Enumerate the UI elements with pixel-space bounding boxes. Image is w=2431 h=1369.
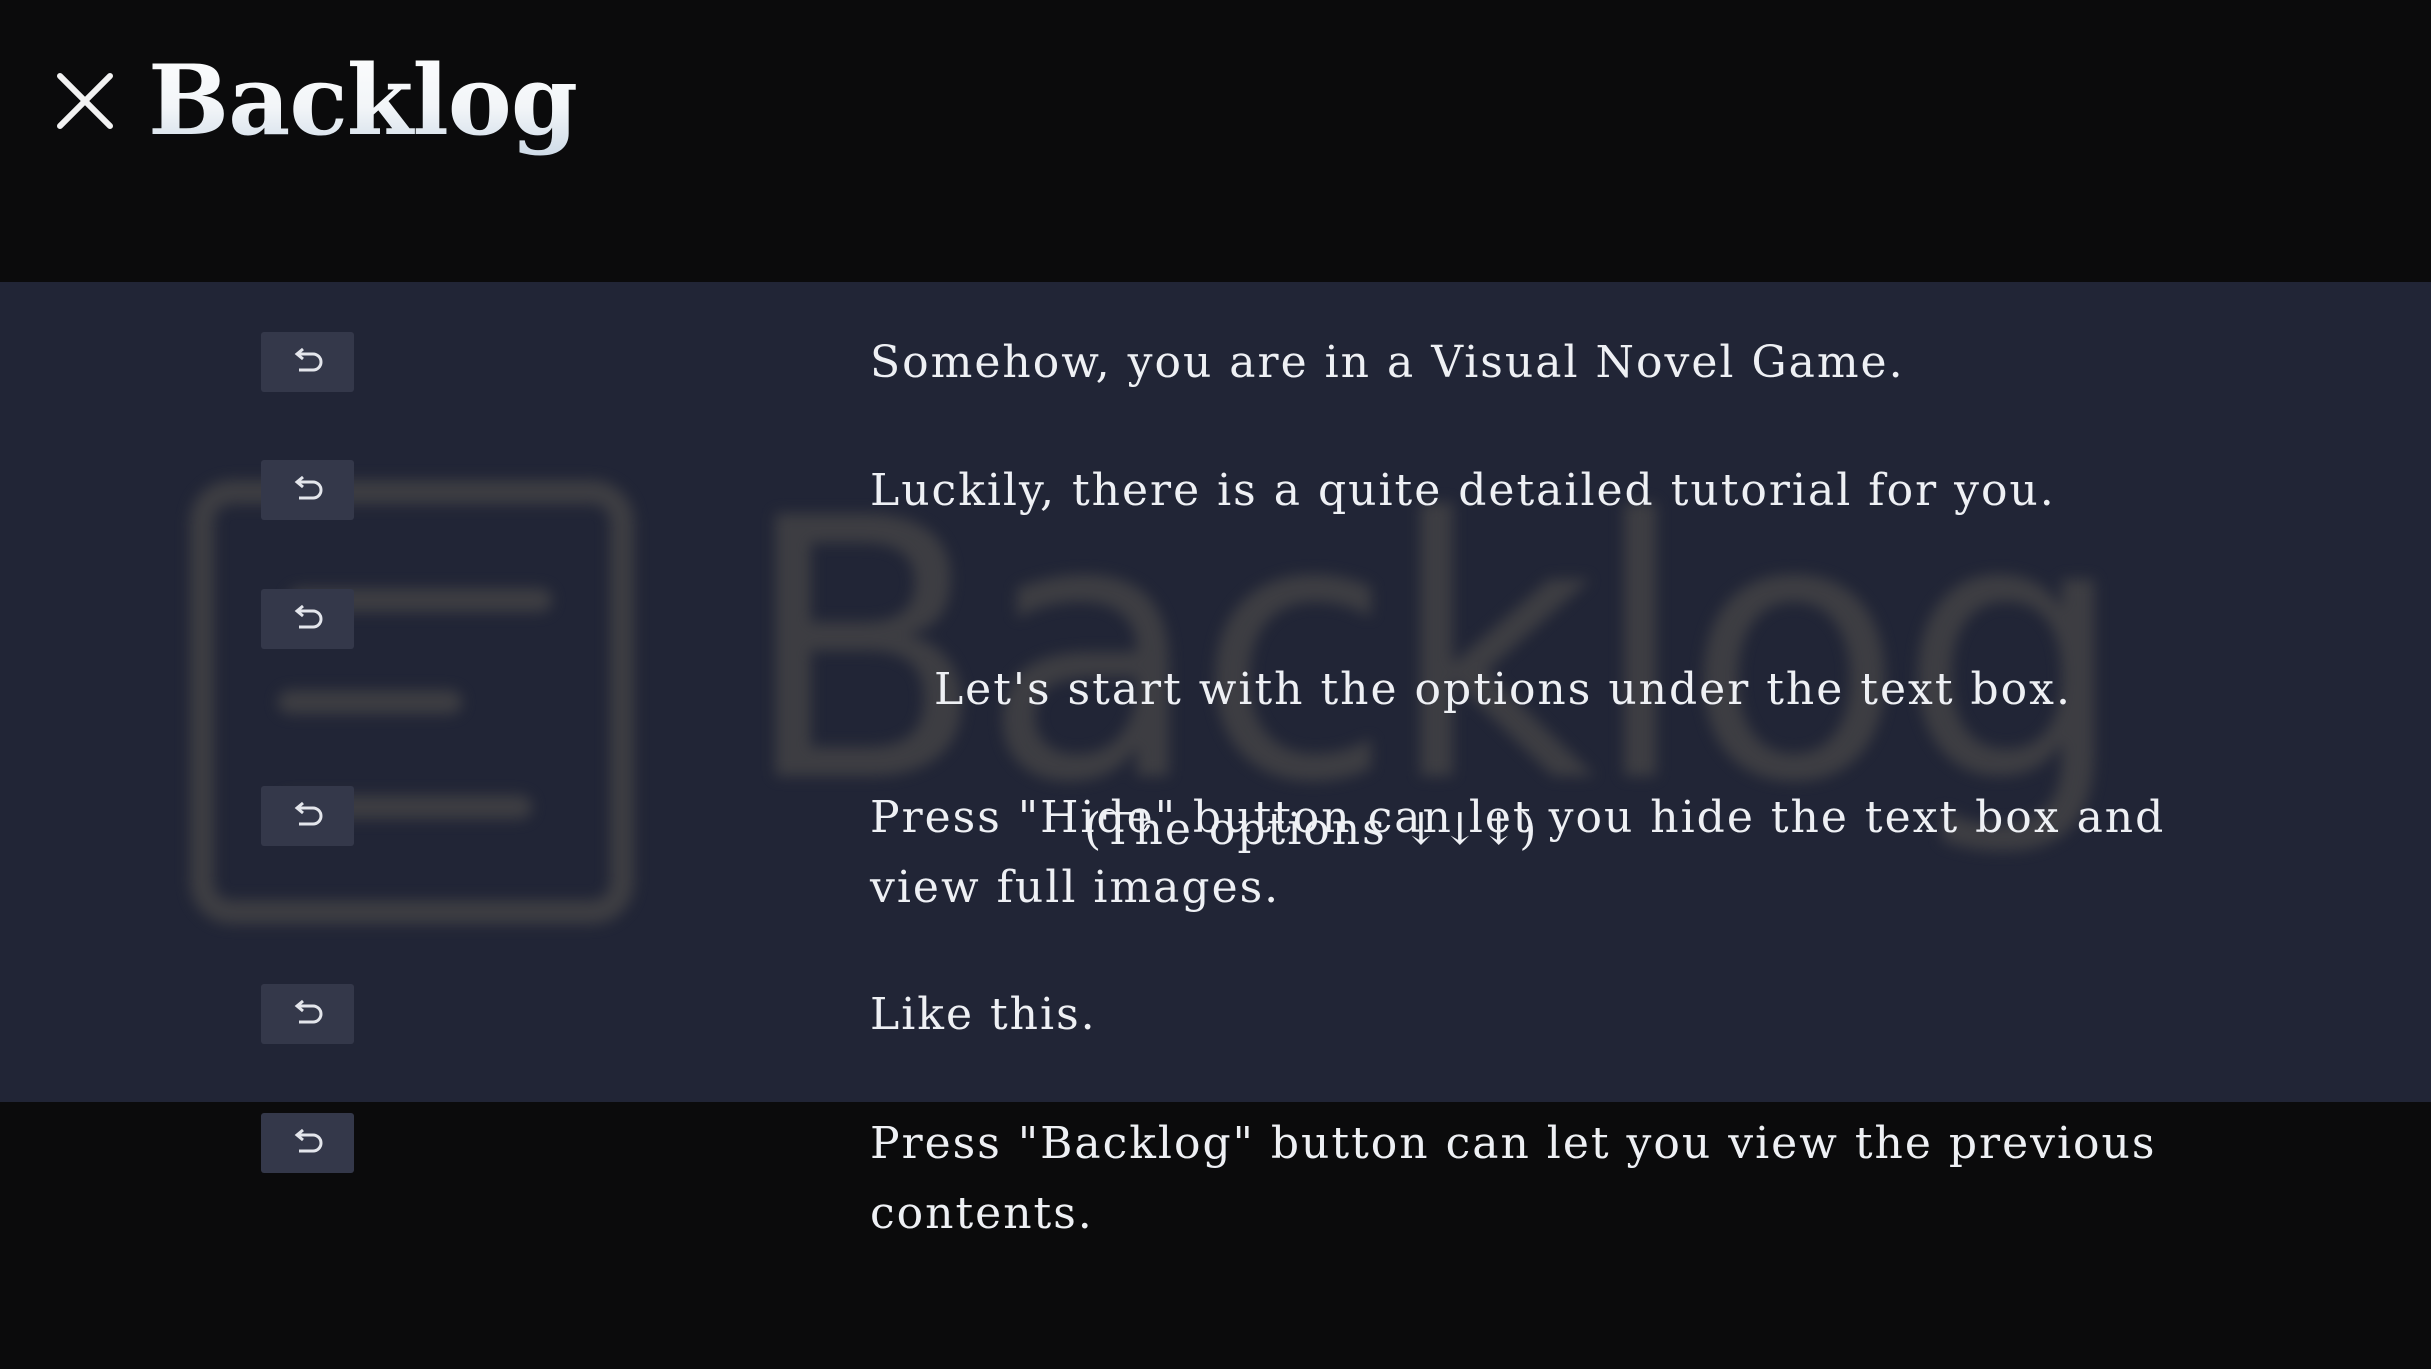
backlog-entry-text: Somehow, you are in a Visual Novel Game.	[870, 337, 1905, 388]
backlog-screen: Backlog Backlog Somehow, you are in a Vi…	[0, 0, 2431, 1369]
replay-icon	[294, 1128, 323, 1153]
close-icon	[57, 73, 113, 129]
backlog-entry-text: Press "Backlog" button can let you view …	[870, 1118, 2173, 1239]
backlog-entry-text: Press "Hide" button can let you hide the…	[870, 792, 2182, 913]
replay-voice-button[interactable]	[261, 1113, 354, 1173]
backlog-entry-text: Luckily, there is a quite detailed tutor…	[870, 465, 2056, 516]
backlog-header: Backlog	[0, 0, 2431, 282]
replay-icon	[294, 475, 323, 500]
replay-icon	[294, 347, 323, 372]
replay-voice-button[interactable]	[261, 786, 354, 846]
replay-voice-button[interactable]	[261, 984, 354, 1044]
replay-icon	[294, 604, 323, 629]
replay-voice-button[interactable]	[261, 460, 354, 520]
replay-voice-button[interactable]	[261, 589, 354, 649]
backlog-entry-line: Let's start with the options under the t…	[933, 664, 2072, 715]
replay-icon	[294, 999, 323, 1024]
replay-voice-button[interactable]	[261, 332, 354, 392]
close-button[interactable]	[54, 70, 116, 132]
page-title: Backlog	[148, 36, 578, 166]
backlog-entry-text: Like this.	[870, 989, 1097, 1040]
replay-icon	[294, 801, 323, 826]
